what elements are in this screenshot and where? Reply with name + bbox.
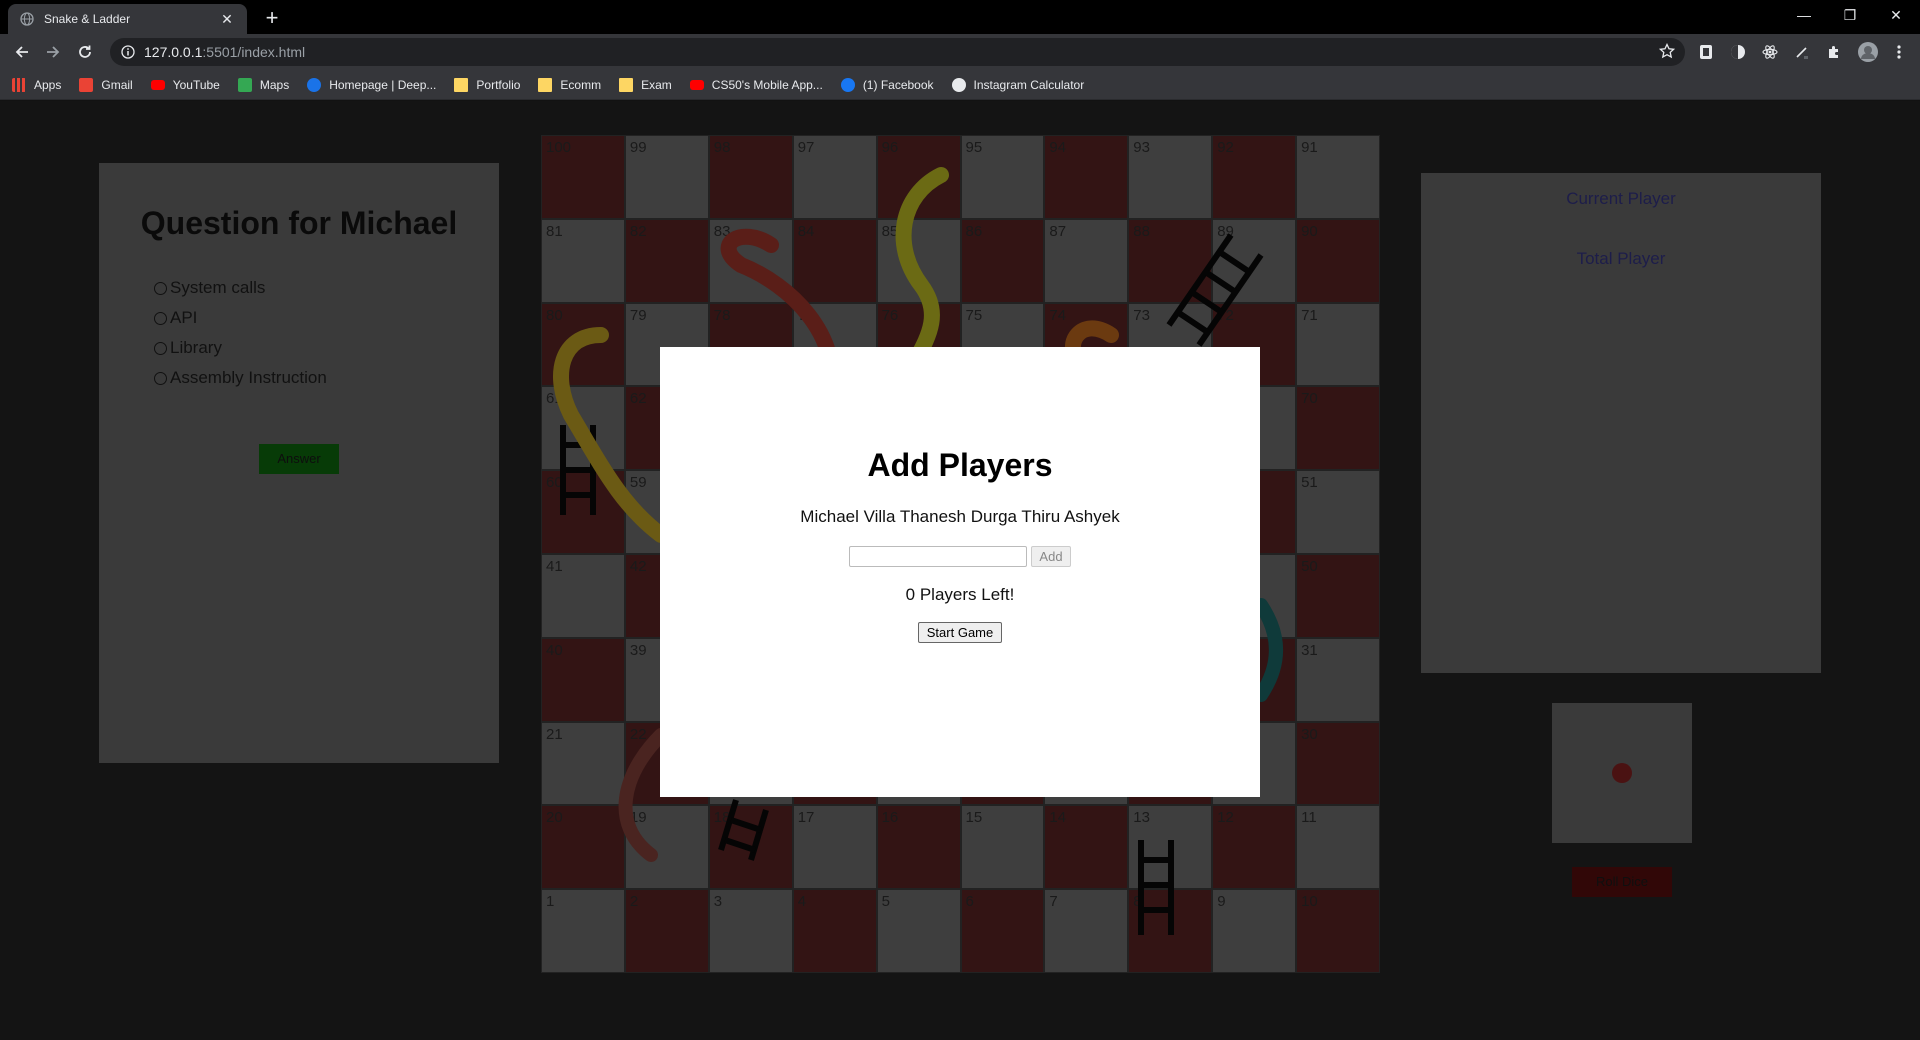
globe-icon xyxy=(20,12,34,26)
bookmark-item[interactable]: (1) Facebook xyxy=(840,77,934,92)
url-path: :5501/index.html xyxy=(202,44,306,60)
maps-icon xyxy=(237,77,252,92)
folder-icon xyxy=(619,77,634,92)
bookmark-label: Portfolio xyxy=(476,77,521,92)
player-names-list: Michael Villa Thanesh Durga Thiru Ashyek xyxy=(800,507,1120,526)
modal-title: Add Players xyxy=(867,447,1053,483)
bookmark-item[interactable]: Apps xyxy=(12,77,62,92)
bookmark-label: YouTube xyxy=(172,77,220,92)
bookmark-label: Ecomm xyxy=(560,77,602,92)
game-page: Question for Michael System calls API Li… xyxy=(0,101,1920,1040)
puzzle-extensions-icon[interactable] xyxy=(1825,43,1843,61)
profile-avatar[interactable] xyxy=(1857,41,1879,63)
bookmark-star-icon[interactable] xyxy=(1658,42,1676,62)
extension-icon[interactable] xyxy=(1697,43,1715,61)
add-players-modal: Add Players Michael Villa Thanesh Durga … xyxy=(660,347,1260,797)
bookmark-label: Gmail xyxy=(101,77,133,92)
gmail-icon xyxy=(79,77,94,92)
browser-tab[interactable]: Snake & Ladder ✕ xyxy=(8,4,247,34)
pen-icon[interactable] xyxy=(1793,43,1811,61)
bookmark-item[interactable]: CS50's Mobile App... xyxy=(689,77,823,92)
bookmark-item[interactable]: Gmail xyxy=(79,77,133,92)
back-arrow-icon[interactable] xyxy=(8,38,36,66)
bookmark-label: Apps xyxy=(34,77,62,92)
folder-icon xyxy=(454,77,469,92)
kebab-menu-icon[interactable] xyxy=(1890,43,1908,61)
bookmark-label: (1) Facebook xyxy=(862,77,934,92)
tab-strip: Snake & Ladder ✕ + — ❐ ✕ xyxy=(0,0,1920,34)
address-bar[interactable]: 127.0.0.1:5501/index.html xyxy=(110,38,1685,66)
facebook-icon xyxy=(840,77,855,92)
youtube-icon xyxy=(689,79,704,90)
forward-arrow-icon[interactable] xyxy=(39,38,67,66)
new-tab-button[interactable]: + xyxy=(258,4,286,32)
minimize-icon[interactable]: — xyxy=(1781,0,1827,30)
bookmark-label: Instagram Calculator xyxy=(973,77,1085,92)
bookmark-label: CS50's Mobile App... xyxy=(711,77,823,92)
close-tab-icon[interactable]: ✕ xyxy=(219,11,235,27)
players-left-text: 0 Players Left! xyxy=(905,585,1015,604)
reload-icon[interactable] xyxy=(71,38,99,66)
url-host: 127.0.0.1 xyxy=(144,44,203,60)
react-devtools-icon[interactable] xyxy=(1761,43,1779,61)
bookmarks-bar: Apps Gmail YouTube Maps Homepage | Deep... Po… xyxy=(0,70,1920,100)
bookmark-item[interactable]: Exam xyxy=(619,77,672,92)
dark-mode-icon[interactable] xyxy=(1729,43,1747,61)
bookmark-item[interactable]: YouTube xyxy=(150,77,220,92)
browser-toolbar: 127.0.0.1:5501/index.html xyxy=(0,34,1920,70)
apps-grid-icon xyxy=(12,77,26,92)
bookmark-label: Maps xyxy=(259,77,290,92)
close-window-icon[interactable]: ✕ xyxy=(1873,0,1919,30)
bookmark-item[interactable]: Instagram Calculator xyxy=(951,77,1085,92)
globe-icon xyxy=(951,77,966,92)
add-player-button[interactable]: Add xyxy=(1031,546,1071,567)
info-icon[interactable] xyxy=(120,44,136,60)
bookmark-item[interactable]: Homepage | Deep... xyxy=(307,77,437,92)
bookmark-item[interactable]: Ecomm xyxy=(538,77,602,92)
tab-title: Snake & Ladder xyxy=(44,12,131,26)
bookmark-item[interactable]: Maps xyxy=(237,77,290,92)
restore-icon[interactable]: ❐ xyxy=(1827,0,1873,30)
bookmark-label: Exam xyxy=(641,77,672,92)
youtube-icon xyxy=(150,79,165,90)
start-game-button[interactable]: Start Game xyxy=(918,622,1002,643)
bookmark-label: Homepage | Deep... xyxy=(329,77,437,92)
player-name-input[interactable] xyxy=(849,546,1027,567)
deep-icon xyxy=(307,77,322,92)
bookmark-item[interactable]: Portfolio xyxy=(454,77,521,92)
folder-icon xyxy=(538,77,553,92)
